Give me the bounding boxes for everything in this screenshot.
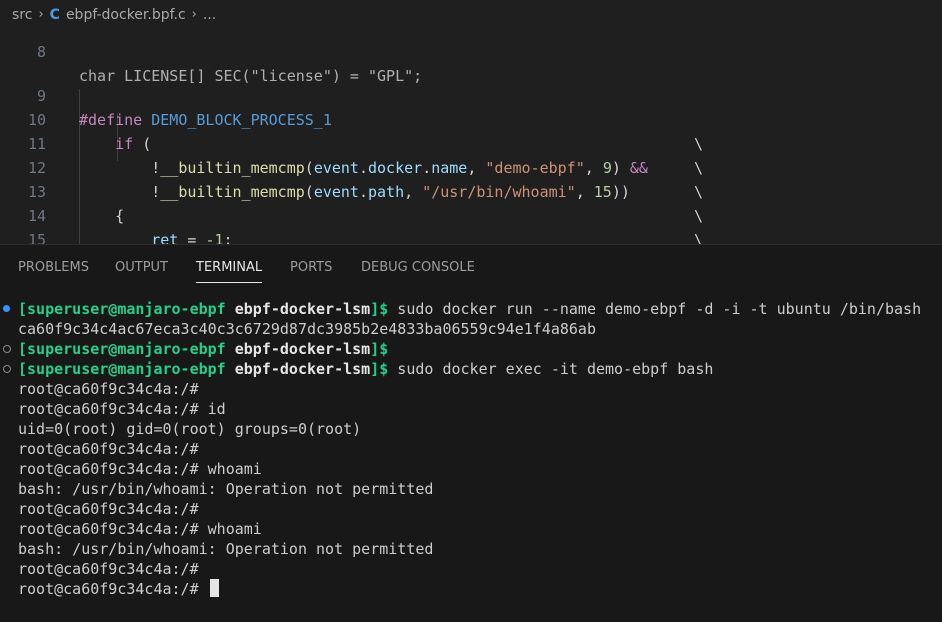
breadcrumb-folder[interactable]: src bbox=[12, 7, 32, 23]
terminal-line: root@ca60f9c34c4a:/# bbox=[18, 499, 199, 519]
root-prompt: root@ca60f9c34c4a:/# bbox=[18, 440, 199, 458]
terminal-output: ca60f9c34c4ac67eca3c40c3c6729d87dc3985b2… bbox=[18, 320, 596, 338]
terminal-line: root@ca60f9c34c4a:/# whoami bbox=[18, 519, 262, 539]
code-line: 11 !__builtin_memcmp(event.docker.name, … bbox=[0, 108, 942, 201]
root-prompt: root@ca60f9c34c4a:/# bbox=[18, 580, 199, 598]
terminal-line: root@ca60f9c34c4a:/# bbox=[18, 559, 199, 579]
code-line: 12 !__builtin_memcmp(event.path, "/usr/b… bbox=[0, 132, 942, 225]
c-file-icon: C bbox=[49, 6, 60, 23]
command-success-icon[interactable] bbox=[3, 305, 10, 312]
shell-dir: ebpf-docker-lsm bbox=[234, 300, 371, 318]
terminal-output: uid=0(root) gid=0(root) groups=0(root) bbox=[18, 420, 362, 438]
root-prompt: root@ca60f9c34c4a:/# bbox=[18, 520, 199, 538]
root-prompt: root@ca60f9c34c4a:/# bbox=[18, 460, 199, 478]
root-prompt: root@ca60f9c34c4a:/# bbox=[18, 560, 199, 578]
tab-problems[interactable]: PROBLEMS bbox=[18, 260, 89, 275]
code-line: 14 ret = -1; \ bbox=[0, 180, 942, 244]
terminal-output: bash: /usr/bin/whoami: Operation not per… bbox=[18, 540, 434, 558]
root-prompt: root@ca60f9c34c4a:/# bbox=[18, 380, 199, 398]
tab-debug-console[interactable]: DEBUG CONSOLE bbox=[361, 260, 475, 275]
tab-terminal[interactable]: TERMINAL bbox=[196, 260, 263, 283]
root-prompt: root@ca60f9c34c4a:/# bbox=[18, 500, 199, 518]
code-line: 9 #define DEMO_BLOCK_PROCESS_1 \ bbox=[0, 60, 942, 153]
terminal-output: bash: /usr/bin/whoami: Operation not per… bbox=[18, 480, 434, 498]
breadcrumb: src › C ebpf-docker.bpf.c › ... bbox=[0, 0, 942, 29]
command-decoration-icon[interactable] bbox=[3, 365, 11, 373]
breadcrumb-more[interactable]: ... bbox=[203, 7, 216, 23]
code-line: 10 if ( \ bbox=[0, 84, 942, 177]
code-line: 16 bbox=[0, 228, 942, 244]
terminal-line: root@ca60f9c34c4a:/# whoami bbox=[18, 459, 262, 479]
terminal-line: [superuser@manjaro-ebpf ebpf-docker-lsm]… bbox=[18, 359, 713, 379]
terminal-command: whoami bbox=[198, 460, 262, 478]
code-line: 8 char LICENSE[] SEC("license") = "GPL"; bbox=[0, 29, 942, 85]
shell-prompt-end: ]$ bbox=[370, 300, 389, 318]
root-prompt: root@ca60f9c34c4a:/# bbox=[18, 400, 199, 418]
tab-ports[interactable]: PORTS bbox=[290, 260, 332, 275]
chevron-right-icon: › bbox=[191, 7, 197, 22]
shell-prompt: [superuser@manjaro-ebpf bbox=[18, 360, 226, 378]
shell-dir: ebpf-docker-lsm bbox=[234, 340, 371, 358]
breadcrumb-file[interactable]: ebpf-docker.bpf.c bbox=[66, 7, 186, 23]
chevron-right-icon: › bbox=[38, 7, 44, 22]
code-line: 13 { \ bbox=[0, 156, 942, 244]
terminal[interactable]: [superuser@manjaro-ebpf ebpf-docker-lsm]… bbox=[0, 289, 942, 622]
terminal-cursor[interactable] bbox=[209, 579, 219, 597]
shell-prompt-end: ]$ bbox=[370, 360, 389, 378]
panel-tab-bar: PROBLEMS OUTPUT TERMINAL PORTS DEBUG CON… bbox=[0, 244, 942, 290]
terminal-command: sudo docker exec -it demo-ebpf bash bbox=[388, 360, 714, 378]
terminal-command: id bbox=[198, 400, 226, 418]
terminal-line: [superuser@manjaro-ebpf ebpf-docker-lsm]… bbox=[18, 339, 388, 359]
terminal-command: whoami bbox=[198, 520, 262, 538]
terminal-line: [superuser@manjaro-ebpf ebpf-docker-lsm]… bbox=[18, 299, 921, 319]
terminal-line: root@ca60f9c34c4a:/# bbox=[18, 379, 199, 399]
terminal-line: root@ca60f9c34c4a:/# id bbox=[18, 399, 226, 419]
terminal-command: sudo docker run --name demo-ebpf -d -i -… bbox=[388, 300, 922, 318]
tab-output[interactable]: OUTPUT bbox=[115, 260, 168, 275]
code-line: 15 } bbox=[0, 204, 942, 244]
shell-prompt: [superuser@manjaro-ebpf bbox=[18, 300, 226, 318]
code-editor[interactable]: 8 char LICENSE[] SEC("license") = "GPL";… bbox=[0, 29, 942, 244]
terminal-line: root@ca60f9c34c4a:/# bbox=[18, 579, 219, 599]
command-decoration-icon[interactable] bbox=[3, 345, 11, 353]
shell-prompt: [superuser@manjaro-ebpf bbox=[18, 340, 226, 358]
shell-prompt-end: ]$ bbox=[370, 340, 389, 358]
terminal-line: root@ca60f9c34c4a:/# bbox=[18, 439, 199, 459]
shell-dir: ebpf-docker-lsm bbox=[234, 360, 371, 378]
